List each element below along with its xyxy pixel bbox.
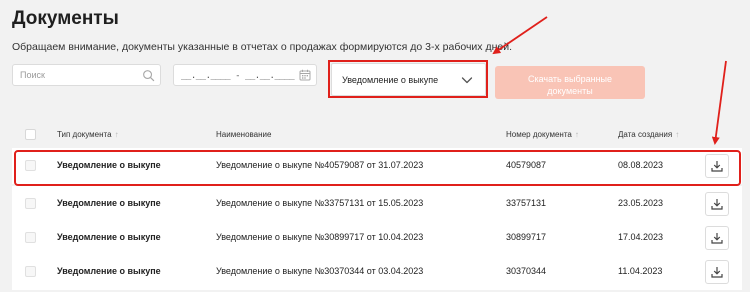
row-checkbox[interactable] [25, 232, 36, 243]
row-checkbox[interactable] [25, 198, 36, 209]
sort-arrow-icon[interactable]: ↑ [115, 130, 119, 139]
search-input[interactable]: Поиск [12, 64, 161, 86]
table-header: Тип документа ↑ Наименование Номер докуме… [12, 126, 742, 146]
row-date: 08.08.2023 [618, 160, 664, 170]
row-type: Уведомление о выкупе [57, 232, 161, 242]
date-range-mask: __.__.____ - __.__.____ [181, 71, 295, 81]
row-type: Уведомление о выкупе [57, 198, 161, 208]
row-date: 23.05.2023 [618, 198, 664, 208]
column-header-date[interactable]: Дата создания ↑ [618, 130, 679, 139]
row-date: 11.04.2023 [618, 266, 663, 276]
table-row[interactable]: Уведомление о выкупе Уведомление о выкуп… [12, 186, 742, 222]
download-selected-label-1: Скачать выбранные [527, 73, 613, 84]
column-header-type[interactable]: Тип документа ↑ [57, 130, 119, 139]
select-all-checkbox[interactable] [25, 129, 36, 140]
download-icon [711, 161, 723, 172]
page-title: Документы [12, 8, 119, 29]
sort-arrow-icon[interactable]: ↑ [575, 130, 579, 139]
row-download-button[interactable] [705, 260, 729, 284]
download-icon [711, 199, 723, 210]
row-number: 30899717 [506, 232, 547, 242]
column-header-name-label: Наименование [216, 130, 272, 139]
download-icon [711, 267, 723, 278]
table-row[interactable]: Уведомление о выкупе Уведомление о выкуп… [12, 148, 742, 184]
date-range-input[interactable]: __.__.____ - __.__.____ [173, 64, 317, 86]
column-header-number-label: Номер документа [506, 130, 572, 139]
row-download-button[interactable] [705, 226, 729, 250]
search-placeholder: Поиск [20, 70, 45, 80]
sort-arrow-icon[interactable]: ↑ [675, 130, 679, 139]
row-checkbox[interactable] [25, 160, 36, 171]
row-number: 40579087 [506, 160, 547, 170]
row-download-button[interactable] [705, 192, 729, 216]
row-download-button[interactable] [705, 154, 729, 178]
processing-notice: Обращаем внимание, документы указанные в… [12, 41, 513, 53]
row-name: Уведомление о выкупе №33757131 от 15.05.… [216, 198, 424, 208]
row-number: 33757131 [506, 198, 547, 208]
chevron-down-icon [461, 77, 473, 84]
row-name: Уведомление о выкупе №40579087 от 31.07.… [216, 160, 424, 170]
column-header-name: Наименование [216, 130, 271, 139]
row-type: Уведомление о выкупе [57, 266, 161, 276]
column-header-number[interactable]: Номер документа ↑ [506, 130, 579, 139]
row-type: Уведомление о выкупе [57, 160, 161, 170]
search-icon[interactable] [142, 69, 155, 82]
row-name: Уведомление о выкупе №30370344 от 03.04.… [216, 266, 424, 276]
document-type-value: Уведомление о выкупе [342, 75, 439, 85]
row-checkbox[interactable] [25, 266, 36, 277]
document-type-select[interactable]: Уведомление о выкупе [331, 63, 486, 96]
calendar-icon[interactable] [299, 69, 311, 81]
row-number: 30370344 [506, 266, 547, 276]
table-row[interactable]: Уведомление о выкупе Уведомление о выкуп… [12, 254, 742, 290]
download-selected-label-2: документы [547, 85, 593, 96]
row-name: Уведомление о выкупе №30899717 от 10.04.… [216, 232, 424, 242]
column-header-type-label: Тип документа [57, 130, 112, 139]
column-header-date-label: Дата создания [618, 130, 673, 139]
download-selected-button[interactable]: Скачать выбранные документы [495, 66, 645, 99]
table-row[interactable]: Уведомление о выкупе Уведомление о выкуп… [12, 220, 742, 256]
download-icon [711, 233, 723, 244]
row-date: 17.04.2023 [618, 232, 664, 242]
